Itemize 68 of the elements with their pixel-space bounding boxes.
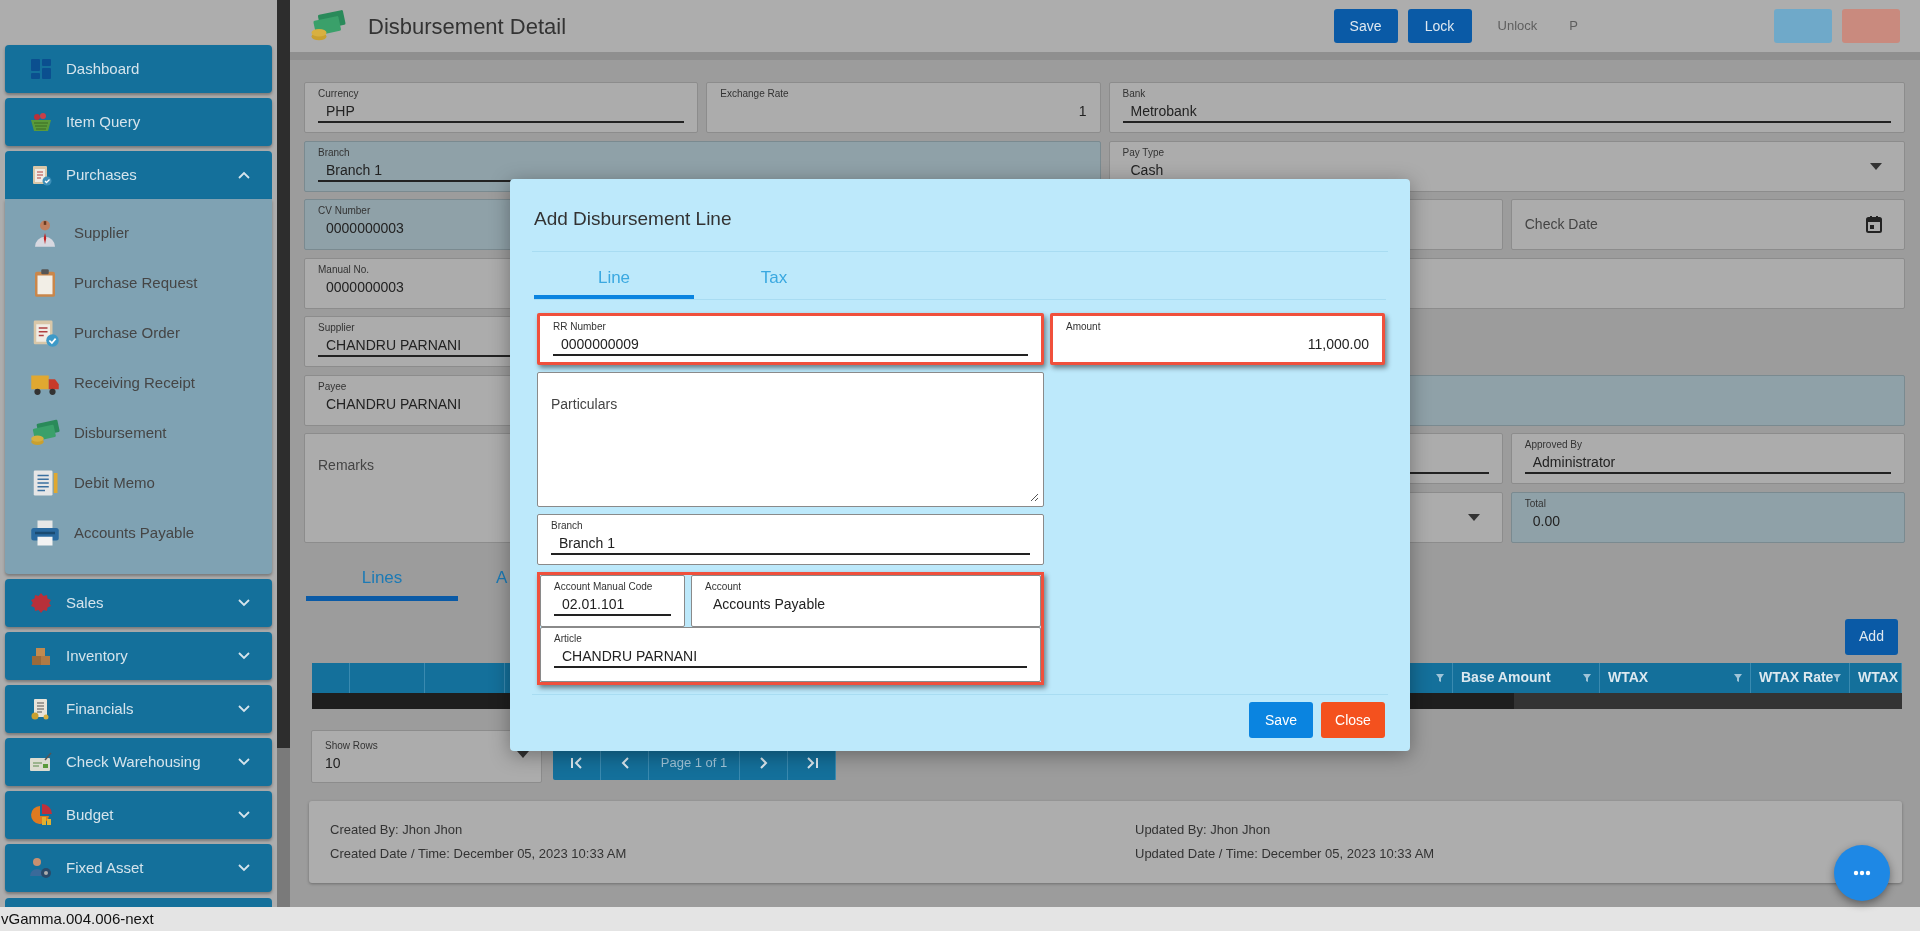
input-field[interactable]: Article CHANDRU PARNANI xyxy=(540,627,1041,682)
printer-icon xyxy=(30,518,60,548)
submenu-item[interactable]: Purchase Request xyxy=(5,258,272,308)
filter-icon xyxy=(1583,673,1591,682)
submenu-item[interactable]: Disbursement xyxy=(5,408,272,458)
sidebar-item[interactable]: Item Query xyxy=(5,98,272,146)
column-header[interactable]: WTAX xyxy=(1850,662,1902,693)
last-page-icon xyxy=(804,756,819,769)
header-button[interactable]: Unlock xyxy=(1481,9,1554,43)
date-field[interactable]: Check Date xyxy=(1510,199,1905,250)
submenu-item[interactable]: Purchase Order xyxy=(5,308,272,358)
filter-icon xyxy=(1734,673,1742,682)
filter-icon xyxy=(1833,673,1842,682)
input-field[interactable]: Account Accounts Payable xyxy=(691,575,1041,627)
previous-page-icon xyxy=(619,756,630,769)
header-button[interactable]: Lock xyxy=(1407,9,1472,43)
calendar-icon xyxy=(1866,216,1882,233)
dropdown-field[interactable]: Show Rows 10 xyxy=(311,729,542,783)
input-field[interactable]: Account Manual Code 02.01.101 xyxy=(540,575,685,627)
input-field[interactable]: Currency PHP xyxy=(304,82,699,133)
header-button[interactable]: P xyxy=(1553,9,1594,43)
submenu-item[interactable]: Receiving Receipt xyxy=(5,358,272,408)
created-by-text: Created By: Jhon Jhon xyxy=(330,821,464,839)
next-page-icon xyxy=(758,756,769,769)
version-label: vGamma.004.006-next xyxy=(0,908,154,929)
updated-date-text: Updated Date / Time: December 05, 2023 10:33 AM xyxy=(1134,844,1436,863)
sidebar-item[interactable]: Budget xyxy=(5,791,272,839)
money-icon xyxy=(30,418,60,448)
submenu-item[interactable]: Debit Memo xyxy=(5,458,272,508)
page-title: Disbursement Detail xyxy=(368,12,567,41)
submenu-item[interactable]: Accounts Payable xyxy=(5,508,272,558)
dialog-button[interactable]: Save xyxy=(1249,702,1313,738)
dashboard-icon xyxy=(29,57,53,81)
input-field[interactable]: Approved By Administrator xyxy=(1510,433,1905,484)
input-field[interactable]: RR Number 0000000009 xyxy=(537,313,1044,365)
column-header[interactable]: Base Amount xyxy=(1453,662,1600,693)
check-card-icon xyxy=(29,750,53,774)
person-gear-icon xyxy=(29,856,53,880)
more-icon xyxy=(1853,870,1871,876)
basket-icon xyxy=(29,110,53,134)
created-date-text: Created Date / Time: December 05, 2023 10:33 AM xyxy=(330,844,628,863)
sidebar-item[interactable]: Fixed Asset xyxy=(5,844,272,892)
input-field[interactable]: Branch Branch 1 xyxy=(537,514,1044,565)
sidebar-item[interactable]: Purchases xyxy=(5,151,272,199)
filter-icon xyxy=(1436,673,1444,682)
add-button[interactable]: Add xyxy=(1845,618,1898,655)
sidebar-item[interactable]: Financials xyxy=(5,685,272,733)
caret-icon xyxy=(1467,513,1480,521)
column-header[interactable]: WTAX xyxy=(1600,662,1751,693)
dialog-button[interactable]: Close xyxy=(1321,702,1385,738)
sidebar-item[interactable]: Check Warehousing xyxy=(5,738,272,786)
updated-by-text: Updated By: Jhon Jhon xyxy=(1134,821,1272,839)
sidebar-item[interactable]: Dashboard xyxy=(5,45,272,93)
submenu-item[interactable]: Supplier xyxy=(5,208,272,258)
header-button[interactable]: Save xyxy=(1333,9,1398,43)
pie-chart-icon xyxy=(29,803,53,827)
text-area[interactable]: Particulars xyxy=(537,372,1044,507)
column-header[interactable]: WTAX Rate xyxy=(1751,662,1850,693)
input-field[interactable]: Bank Metrobank xyxy=(1108,82,1905,133)
dropdown-field[interactable]: Pay Type Cash xyxy=(1108,140,1905,192)
caret-icon xyxy=(1870,162,1882,170)
sale-badge-icon xyxy=(29,591,53,615)
input-field[interactable]: Exchange Rate 1 xyxy=(706,82,1101,133)
input-field[interactable]: Amount 11,000.00 xyxy=(1050,313,1385,365)
resize-handle-icon xyxy=(1030,493,1039,502)
sidebar-item[interactable]: Inventory xyxy=(5,632,272,680)
first-page-icon xyxy=(569,756,584,769)
sidebar-item[interactable]: Sales xyxy=(5,579,272,627)
